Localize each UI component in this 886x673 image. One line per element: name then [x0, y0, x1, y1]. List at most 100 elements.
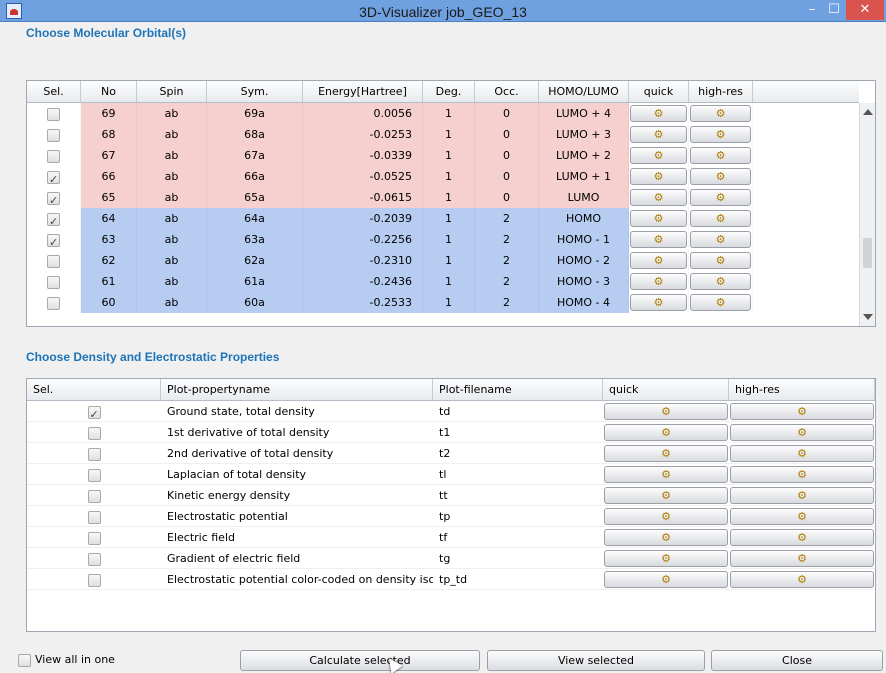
property-row[interactable]: Gradient of electric field tg ⚙ ⚙: [27, 548, 875, 569]
property-row[interactable]: Electric field tf ⚙ ⚙: [27, 527, 875, 548]
property-select-checkbox[interactable]: [87, 573, 101, 587]
property-cell[interactable]: ⚙: [603, 485, 729, 505]
high-res-plot-button[interactable]: ⚙: [690, 231, 751, 248]
orbital-select-checkbox[interactable]: [47, 275, 60, 289]
orbital-row[interactable]: 69 ab 69a 0.0056 1 0 LUMO + 4 ⚙ ⚙: [27, 103, 859, 124]
orbital-row[interactable]: 67 ab 67a -0.0339 1 0 LUMO + 2 ⚙ ⚙: [27, 145, 859, 166]
quick-plot-button[interactable]: ⚙: [604, 403, 728, 420]
orbital-cell[interactable]: ⚙: [629, 292, 689, 313]
quick-plot-button[interactable]: ⚙: [630, 252, 687, 269]
orbital-cell[interactable]: ⚙: [689, 187, 753, 208]
orbitals-column-header[interactable]: Sym.: [207, 81, 303, 102]
orbital-cell[interactable]: [27, 103, 81, 124]
quick-plot-button[interactable]: ⚙: [604, 424, 728, 441]
orbitals-column-header[interactable]: quick: [629, 81, 689, 102]
high-res-plot-button[interactable]: ⚙: [690, 105, 751, 122]
close-button[interactable]: Close: [711, 650, 883, 671]
orbital-cell[interactable]: ⚙: [629, 271, 689, 292]
quick-plot-button[interactable]: ⚙: [604, 508, 728, 525]
high-res-plot-button[interactable]: ⚙: [730, 445, 874, 462]
quick-plot-button[interactable]: ⚙: [604, 466, 728, 483]
view-selected-button[interactable]: View selected: [487, 650, 705, 671]
property-select-checkbox[interactable]: [87, 489, 101, 503]
orbital-cell[interactable]: ⚙: [689, 208, 753, 229]
property-cell[interactable]: [27, 464, 161, 484]
property-cell[interactable]: ⚙: [603, 548, 729, 568]
high-res-plot-button[interactable]: ⚙: [730, 487, 874, 504]
properties-column-header[interactable]: Plot-filename: [433, 379, 603, 400]
property-row[interactable]: Laplacian of total density tl ⚙ ⚙: [27, 464, 875, 485]
orbitals-column-header[interactable]: Deg.: [423, 81, 475, 102]
property-select-checkbox[interactable]: [87, 552, 101, 566]
minimize-button[interactable]: –: [801, 0, 823, 20]
high-res-plot-button[interactable]: ⚙: [690, 210, 751, 227]
high-res-plot-button[interactable]: ⚙: [690, 252, 751, 269]
orbital-cell[interactable]: ⚙: [689, 166, 753, 187]
property-cell[interactable]: [27, 527, 161, 547]
property-cell[interactable]: ⚙: [729, 548, 875, 568]
quick-plot-button[interactable]: ⚙: [604, 529, 728, 546]
high-res-plot-button[interactable]: ⚙: [690, 273, 751, 290]
orbital-row[interactable]: 66ab66a-0.052510LUMO + 1 ⚙ ⚙: [27, 166, 859, 190]
orbital-cell[interactable]: ⚙: [689, 250, 753, 271]
orbital-cell[interactable]: ⚙: [629, 166, 689, 187]
property-row[interactable]: Ground state, total density td ⚙ ⚙: [27, 401, 875, 422]
property-select-checkbox[interactable]: [87, 447, 101, 461]
property-cell[interactable]: ⚙: [729, 464, 875, 484]
orbital-cell[interactable]: ⚙: [689, 292, 753, 313]
properties-column-header[interactable]: quick: [603, 379, 729, 400]
property-select-checkbox[interactable]: [87, 531, 101, 545]
property-select-checkbox[interactable]: [87, 510, 101, 524]
property-cell[interactable]: [27, 401, 161, 421]
orbital-cell[interactable]: [27, 124, 81, 145]
orbital-cell[interactable]: [27, 166, 81, 190]
high-res-plot-button[interactable]: ⚙: [730, 508, 874, 525]
orbitals-column-header[interactable]: HOMO/LUMO: [539, 81, 629, 102]
high-res-plot-button[interactable]: ⚙: [690, 126, 751, 143]
property-cell[interactable]: [27, 548, 161, 568]
orbital-cell[interactable]: ⚙: [629, 229, 689, 250]
high-res-plot-button[interactable]: ⚙: [690, 168, 751, 185]
high-res-plot-button[interactable]: ⚙: [730, 403, 874, 420]
property-select-checkbox[interactable]: [87, 404, 101, 421]
orbital-cell[interactable]: [27, 145, 81, 166]
orbital-select-checkbox[interactable]: [47, 128, 60, 142]
orbital-cell[interactable]: ⚙: [629, 103, 689, 124]
quick-plot-button[interactable]: ⚙: [604, 571, 728, 588]
orbitals-column-header[interactable]: Spin: [137, 81, 207, 102]
close-window-button[interactable]: ✕: [846, 0, 884, 20]
property-cell[interactable]: ⚙: [729, 527, 875, 547]
high-res-plot-button[interactable]: ⚙: [730, 529, 874, 546]
maximize-button[interactable]: ☐: [823, 0, 845, 20]
high-res-plot-button[interactable]: ⚙: [730, 571, 874, 588]
orbitals-column-header[interactable]: No: [81, 81, 137, 102]
property-cell[interactable]: ⚙: [729, 485, 875, 505]
orbital-row[interactable]: 63ab63a-0.225612HOMO - 1 ⚙ ⚙: [27, 229, 859, 253]
orbital-select-checkbox[interactable]: [47, 232, 60, 253]
orbital-row[interactable]: 64ab64a-0.203912HOMO ⚙ ⚙: [27, 208, 859, 232]
calculate-selected-button[interactable]: Calculate selected: [240, 650, 480, 671]
property-cell[interactable]: ⚙: [603, 506, 729, 526]
quick-plot-button[interactable]: ⚙: [630, 294, 687, 311]
orbital-cell[interactable]: ⚙: [629, 145, 689, 166]
quick-plot-button[interactable]: ⚙: [630, 210, 687, 227]
orbital-select-checkbox[interactable]: [47, 254, 60, 268]
orbital-cell[interactable]: ⚙: [689, 229, 753, 250]
property-cell[interactable]: [27, 485, 161, 505]
orbital-cell[interactable]: ⚙: [629, 187, 689, 208]
view-all-in-one-checkbox[interactable]: View all in one: [18, 653, 115, 667]
property-cell[interactable]: [27, 422, 161, 442]
orbital-cell[interactable]: [27, 292, 81, 313]
properties-column-header[interactable]: Plot-propertyname: [161, 379, 433, 400]
property-row[interactable]: 2nd derivative of total density t2 ⚙ ⚙: [27, 443, 875, 464]
orbital-select-checkbox[interactable]: [47, 149, 60, 163]
checkbox[interactable]: [18, 653, 31, 667]
high-res-plot-button[interactable]: ⚙: [730, 466, 874, 483]
property-row[interactable]: Electrostatic potential color-coded on d…: [27, 569, 875, 590]
orbital-cell[interactable]: ⚙: [689, 124, 753, 145]
orbital-cell[interactable]: ⚙: [629, 250, 689, 271]
orbital-cell[interactable]: [27, 250, 81, 271]
property-select-checkbox[interactable]: [87, 468, 101, 482]
property-cell[interactable]: ⚙: [603, 422, 729, 442]
property-cell[interactable]: ⚙: [603, 569, 729, 589]
